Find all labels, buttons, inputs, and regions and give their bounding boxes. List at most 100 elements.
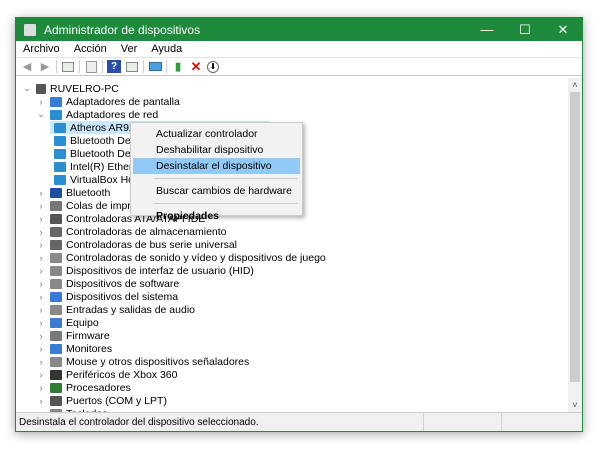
tree-category[interactable]: › Procesadores (36, 381, 131, 394)
chevron-down-icon[interactable]: ⌄ (22, 83, 32, 94)
device-category-icon (50, 252, 62, 263)
menu-item-disable-device[interactable]: Deshabilitar dispositivo (133, 142, 300, 158)
tree-category[interactable]: › Mouse y otros dispositivos señaladores (36, 355, 250, 368)
chevron-right-icon[interactable]: › (36, 357, 46, 367)
chevron-right-icon[interactable]: › (36, 266, 46, 276)
chevron-right-icon[interactable]: › (36, 240, 46, 250)
device-category-icon (50, 317, 62, 328)
minimize-button[interactable]: — (468, 18, 506, 41)
computer-icon (36, 83, 46, 94)
maximize-button[interactable]: ☐ (506, 18, 544, 41)
device-category-icon (50, 109, 62, 120)
toolbar-separator (56, 60, 57, 73)
chevron-right-icon[interactable]: › (36, 344, 46, 354)
menu-item-update-driver[interactable]: Actualizar controlador (133, 126, 300, 142)
chevron-right-icon[interactable]: › (36, 318, 46, 328)
network-adapter-icon (54, 161, 66, 172)
tree-category[interactable]: › Monitores (36, 342, 113, 355)
tree-category[interactable]: › Controladoras de sonido y vídeo y dispo… (36, 251, 326, 264)
tree-root[interactable]: ⌄ RUVELRO-PC (22, 82, 119, 95)
chevron-right-icon[interactable]: › (36, 305, 46, 315)
menu-ver[interactable]: Ver (114, 43, 145, 55)
tree-item-label: Adaptadores de red (66, 108, 159, 121)
window-title: Administrador de dispositivos (44, 22, 201, 37)
tree-category[interactable]: › Controladoras de bus serie universal (36, 238, 238, 251)
tree-category[interactable]: › Bluetooth (36, 186, 111, 199)
toolbar-separator (143, 60, 144, 73)
scroll-down-icon[interactable]: ˅ (568, 398, 582, 412)
chevron-right-icon[interactable]: › (36, 97, 46, 107)
tree-item-label: Procesadores (66, 381, 131, 394)
device-category-icon (50, 239, 62, 250)
device-category-icon (50, 291, 62, 302)
tree-category[interactable]: › Dispositivos del sistema (36, 290, 179, 303)
device-category-icon (50, 304, 62, 315)
chevron-right-icon[interactable]: › (36, 214, 46, 224)
toolbar-separator (79, 60, 80, 73)
tree-item-label: Controladoras de almacenamiento (66, 225, 227, 238)
scroll-thumb[interactable] (570, 92, 580, 382)
tree-item-label: Puertos (COM y LPT) (66, 394, 167, 407)
tree-category[interactable]: ⌄ Adaptadores de red (36, 108, 158, 121)
tree-category[interactable]: › Equipo (36, 316, 99, 329)
properties-icon[interactable] (84, 60, 98, 73)
menu-item-uninstall-device[interactable]: Desinstalar el dispositivo (133, 158, 300, 174)
context-menu: Actualizar controlador Deshabilitar disp… (130, 122, 303, 222)
device-category-icon (50, 213, 62, 224)
chevron-right-icon[interactable]: › (36, 227, 46, 237)
network-adapter-icon (54, 148, 66, 159)
menu-separator (154, 178, 298, 179)
menu-item-scan-hardware[interactable]: Buscar cambios de hardware (133, 183, 300, 199)
tree-item-label: Adaptadores de pantalla (66, 95, 180, 108)
tree-item-label: Monitores (66, 342, 113, 355)
chevron-right-icon[interactable]: › (36, 201, 46, 211)
vertical-scrollbar[interactable]: ˄ ˅ (568, 78, 582, 412)
action-pane-icon[interactable] (125, 60, 139, 73)
tree-category[interactable]: › Periféricos de Xbox 360 (36, 368, 178, 381)
chevron-right-icon[interactable]: › (36, 331, 46, 341)
uninstall-icon[interactable]: ✕ (189, 59, 203, 74)
chevron-right-icon[interactable]: › (36, 383, 46, 393)
tree-item-label: Entradas y salidas de audio (66, 303, 195, 316)
update-driver-icon[interactable]: ▮ (171, 60, 185, 73)
menu-accion[interactable]: Acción (67, 43, 114, 55)
toolbar-separator (102, 60, 103, 73)
chevron-right-icon[interactable]: › (36, 292, 46, 302)
disable-device-icon[interactable]: ⬇ (207, 60, 219, 73)
chevron-right-icon[interactable]: › (36, 253, 46, 263)
scan-hardware-icon[interactable] (148, 60, 162, 73)
tree-item-label: Equipo (66, 316, 99, 329)
chevron-right-icon[interactable]: › (36, 279, 46, 289)
tree-category[interactable]: › Dispositivos de software (36, 277, 180, 290)
show-hide-console-tree-icon[interactable] (61, 60, 75, 73)
tree-category[interactable]: › Dispositivos de interfaz de usuario (HI… (36, 264, 254, 277)
scroll-up-icon[interactable]: ˄ (568, 78, 582, 92)
menu-archivo[interactable]: Archivo (16, 43, 67, 55)
device-category-icon (50, 330, 62, 341)
tree-category[interactable]: › Puertos (COM y LPT) (36, 394, 167, 407)
tree-category[interactable]: › Entradas y salidas de audio (36, 303, 196, 316)
device-manager-icon (24, 23, 36, 36)
tree-item-label: Controladoras de sonido y vídeo y dispos… (66, 251, 326, 264)
device-category-icon (50, 278, 62, 289)
network-adapter-icon (54, 122, 66, 133)
tree-category[interactable]: › Firmware (36, 329, 110, 342)
chevron-down-icon[interactable]: ⌄ (36, 109, 46, 120)
status-text: Desinstala el controlador del dispositiv… (19, 416, 259, 428)
menu-bar: Archivo Acción Ver Ayuda (16, 41, 582, 58)
tree-root-label: RUVELRO-PC (50, 82, 119, 95)
menu-item-properties[interactable]: Propiedades (133, 208, 300, 224)
title-bar: Administrador de dispositivos — ☐ ✕ (16, 18, 582, 41)
chevron-right-icon[interactable]: › (36, 370, 46, 380)
help-icon[interactable]: ? (107, 60, 121, 73)
close-button[interactable]: ✕ (544, 18, 582, 41)
chevron-right-icon[interactable]: › (36, 396, 46, 406)
forward-icon[interactable]: ▶ (38, 60, 52, 73)
chevron-right-icon[interactable]: › (36, 188, 46, 198)
menu-ayuda[interactable]: Ayuda (144, 43, 189, 55)
tree-category[interactable]: › Controladoras de almacenamiento (36, 225, 227, 238)
tree-category[interactable]: › Adaptadores de pantalla (36, 95, 180, 108)
status-divider (423, 413, 424, 431)
tree-item-label: Periféricos de Xbox 360 (66, 368, 178, 381)
back-icon[interactable]: ◀ (20, 60, 34, 73)
